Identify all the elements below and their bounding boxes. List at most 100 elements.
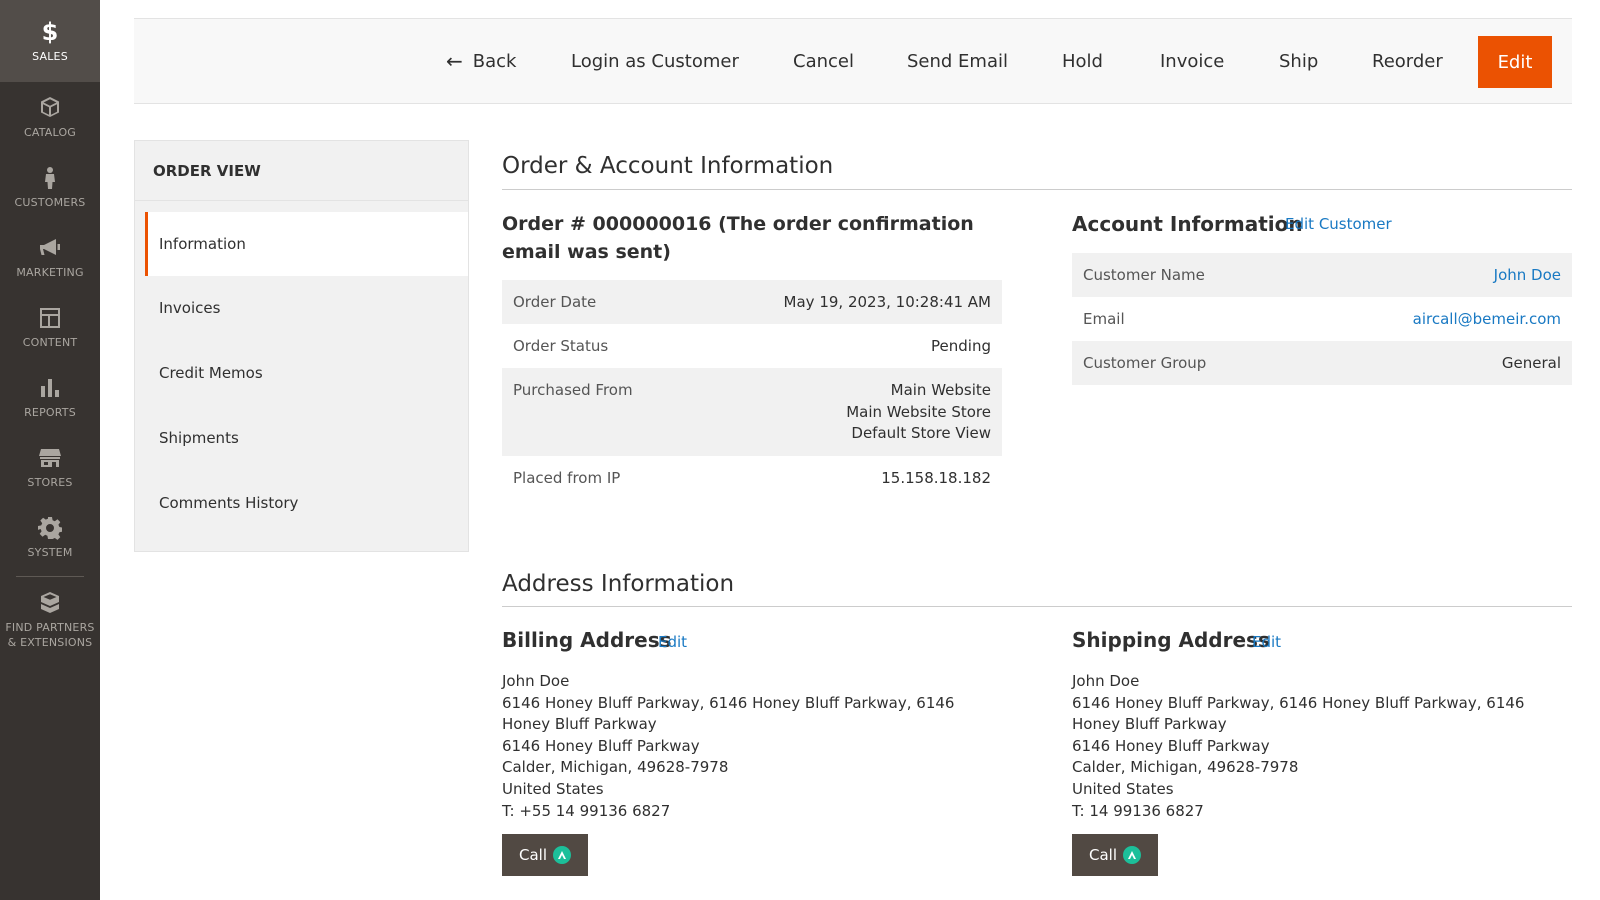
cube-icon [37,95,63,121]
section-divider [502,189,1572,190]
placed-from-ip-value: 15.158.18.182 [881,469,991,487]
shipping-street-2: 6146 Honey Bluff Parkway [1072,736,1270,755]
back-button[interactable]: ← Back [446,19,516,103]
account-information-title: Account Information [1072,212,1303,236]
order-status-value: Pending [931,337,991,355]
sidebar-divider [16,576,84,577]
sidebar-item-system[interactable]: SYSTEM [0,502,100,572]
order-account-section-title: Order & Account Information [502,153,834,179]
tab-credit-memos[interactable]: Credit Memos [145,341,468,405]
store-view-name: Default Store View [851,424,991,443]
arrow-left-icon: ← [446,49,463,73]
customer-group-label: Customer Group [1083,354,1207,372]
reorder-button[interactable]: Reorder [1372,19,1443,103]
person-icon [37,165,63,191]
back-label: Back [472,50,517,72]
email-row: Email aircall@bemeir.com [1072,297,1572,341]
billing-street-2: 6146 Honey Bluff Parkway [502,736,700,755]
order-date-row: Order Date May 19, 2023, 10:28:41 AM [502,280,1002,324]
page-actions-toolbar: ← Back Login as Customer Cancel Send Ema… [134,18,1572,104]
cancel-button[interactable]: Cancel [793,19,854,103]
call-label: Call [1088,846,1117,864]
purchased-from-label: Purchased From [513,381,633,399]
customer-name-row: Customer Name John Doe [1072,253,1572,297]
sidebar-item-label: FIND PARTNERS & EXTENSIONS [5,621,95,649]
placed-from-ip-label: Placed from IP [513,469,621,487]
invoice-button[interactable]: Invoice [1160,19,1224,103]
sidebar-item-label: CONTENT [22,335,78,349]
customer-name-label: Customer Name [1083,266,1205,284]
order-status-row: Order Status Pending [502,324,1002,368]
sidebar-item-catalog[interactable]: CATALOG [0,82,100,152]
call-label: Call [518,846,547,864]
edit-customer-link[interactable]: Edit Customer [1285,215,1392,233]
order-date-value: May 19, 2023, 10:28:41 AM [783,293,991,311]
order-view-tabs: ORDER VIEW Information Invoices Credit M… [134,140,469,552]
edit-shipping-address-link[interactable]: Edit [1252,633,1281,651]
store-icon [37,445,63,471]
sidebar-item-label: CUSTOMERS [14,195,86,209]
billing-address-title: Billing Address [502,628,672,652]
shipping-address-title: Shipping Address [1072,628,1270,652]
billing-country: United States [502,779,604,798]
sidebar-item-customers[interactable]: CUSTOMERS [0,152,100,222]
order-status-label: Order Status [513,337,609,355]
section-divider [502,606,1572,607]
sidebar-item-label: SYSTEM [27,545,73,559]
billing-phone: T: +55 14 99136 6827 [502,801,671,820]
aircall-icon [1123,846,1141,864]
sidebar-item-label: CATALOG [23,125,77,139]
sidebar-item-sales[interactable]: $ SALES [0,0,100,82]
sidebar-item-content[interactable]: CONTENT [0,292,100,362]
sidebar-item-label: STORES [27,475,73,489]
order-date-label: Order Date [513,293,597,311]
email-link[interactable]: aircall@bemeir.com [1413,310,1561,328]
tab-information[interactable]: Information [145,212,468,276]
billing-call-button[interactable]: Call [502,834,588,876]
tab-shipments[interactable]: Shipments [145,406,468,470]
website-name: Main Website [890,381,991,399]
shipping-name: John Doe [1072,672,1140,690]
tab-invoices[interactable]: Invoices [145,276,468,340]
hold-button[interactable]: Hold [1062,19,1103,103]
shipping-phone: T: 14 99136 6827 [1072,801,1204,820]
billing-name: John Doe [502,672,570,690]
shipping-call-button[interactable]: Call [1072,834,1158,876]
tab-comments-history[interactable]: Comments History [145,471,468,535]
customer-group-value: General [1501,354,1561,372]
shipping-city-region: Calder, Michigan, 49628-7978 [1072,758,1299,777]
edit-button[interactable]: Edit [1478,36,1552,88]
placed-from-ip-row: Placed from IP 15.158.18.182 [502,456,1002,500]
sidebar-item-partners[interactable]: FIND PARTNERS & EXTENSIONS [0,580,100,660]
order-number-title: Order # 000000016 (The order confirmatio… [502,213,974,263]
send-email-button[interactable]: Send Email [907,19,1008,103]
bar-chart-icon [37,375,63,401]
purchased-from-row: Purchased From Main Website Main Website… [502,368,1002,456]
layout-icon [37,305,63,331]
gear-icon [37,515,63,541]
sidebar-item-label: MARKETING [16,265,84,279]
customer-group-row: Customer Group General [1072,341,1572,385]
aircall-icon [553,846,571,864]
admin-sidebar: $ SALES CATALOG CUSTOMERS MARKETING CONT… [0,0,100,900]
billing-address-block: John Doe 6146 Honey Bluff Parkway, 6146 … [502,671,1002,822]
email-label: Email [1083,310,1125,328]
billing-street-1: 6146 Honey Bluff Parkway, 6146 Honey Blu… [502,693,955,734]
boxes-icon [37,590,63,616]
sidebar-item-stores[interactable]: STORES [0,432,100,502]
sidebar-item-reports[interactable]: REPORTS [0,362,100,432]
edit-billing-address-link[interactable]: Edit [658,633,687,651]
ship-button[interactable]: Ship [1279,19,1318,103]
megaphone-icon [37,235,63,261]
customer-name-link[interactable]: John Doe [1494,266,1561,284]
address-section-title: Address Information [502,571,735,597]
purchased-from-value: Main Website Main Website Store Default … [846,380,991,456]
shipping-street-1: 6146 Honey Bluff Parkway, 6146 Honey Blu… [1072,693,1525,734]
sidebar-item-marketing[interactable]: MARKETING [0,222,100,292]
sidebar-item-label: SALES [32,49,68,63]
dollar-icon: $ [41,17,59,46]
sidebar-item-label: REPORTS [24,405,76,419]
order-view-title: ORDER VIEW [135,141,468,201]
login-as-customer-button[interactable]: Login as Customer [571,19,739,103]
store-name: Main Website Store [846,402,991,421]
